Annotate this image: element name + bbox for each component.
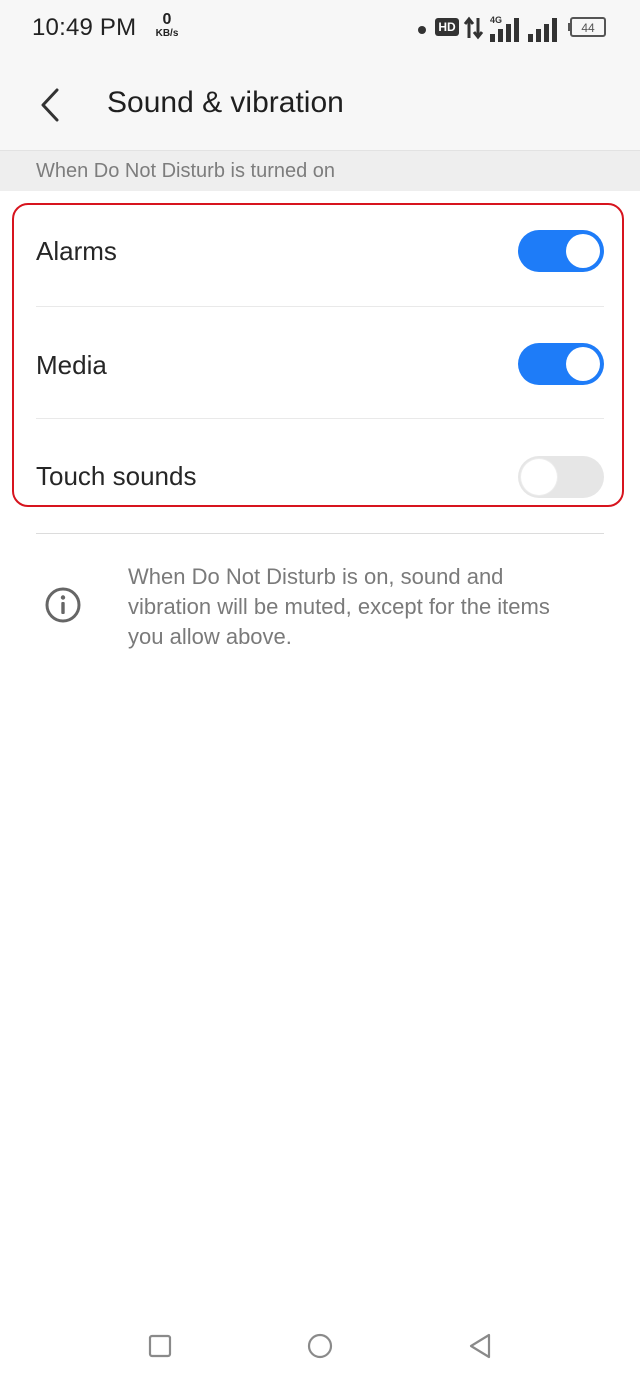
network-speed: 0 KB/s [152, 12, 182, 39]
status-bar: 10:49 PM 0 KB/s HD 4G 44 [0, 0, 640, 60]
setting-label-touch-sounds: Touch sounds [36, 461, 197, 491]
circle-icon [307, 1333, 333, 1359]
touch-sounds-toggle[interactable] [518, 456, 604, 498]
setting-row-touch-sounds[interactable]: Touch sounds [36, 419, 604, 505]
setting-label-media: Media [36, 350, 107, 380]
battery-icon: 44 [568, 17, 606, 37]
network-speed-unit: KB/s [155, 28, 179, 39]
setting-row-media[interactable]: Media [36, 307, 604, 408]
notification-dot-icon [418, 26, 426, 34]
info-text: When Do Not Disturb is on, sound and vib… [128, 564, 550, 649]
app-header: Sound & vibration [0, 60, 640, 151]
hd-voice-icon: HD [435, 18, 459, 36]
media-toggle[interactable] [518, 343, 604, 385]
network-type-label: 4G [490, 15, 502, 25]
battery-level: 44 [581, 21, 595, 35]
signal-strength-icon [528, 18, 557, 42]
info-icon [45, 587, 81, 623]
chevron-left-icon [41, 88, 59, 122]
page-title: Sound & vibration [107, 86, 344, 119]
network-speed-value: 0 [162, 11, 172, 28]
section-header: When Do Not Disturb is turned on [0, 151, 640, 191]
toggle-knob [521, 459, 557, 495]
recent-apps-button[interactable] [140, 1326, 180, 1366]
navigation-bar [0, 1306, 640, 1386]
list-divider [36, 533, 604, 534]
nav-back-button[interactable] [460, 1326, 500, 1366]
setting-label-alarms: Alarms [36, 236, 117, 266]
toggle-knob [566, 234, 600, 268]
signal-4g-icon: 4G [490, 15, 519, 42]
status-time: 10:49 PM [32, 14, 137, 41]
square-icon [148, 1334, 172, 1358]
setting-row-alarms[interactable]: Alarms [36, 205, 604, 306]
toggle-knob [566, 347, 600, 381]
dnd-exceptions-list: Alarms Media Touch sounds [12, 203, 624, 507]
triangle-back-icon [469, 1333, 491, 1359]
home-button[interactable] [300, 1326, 340, 1366]
section-title: When Do Not Disturb is turned on [36, 160, 336, 182]
back-button[interactable] [30, 82, 70, 128]
data-transfer-icon [463, 16, 484, 40]
alarms-toggle[interactable] [518, 230, 604, 272]
